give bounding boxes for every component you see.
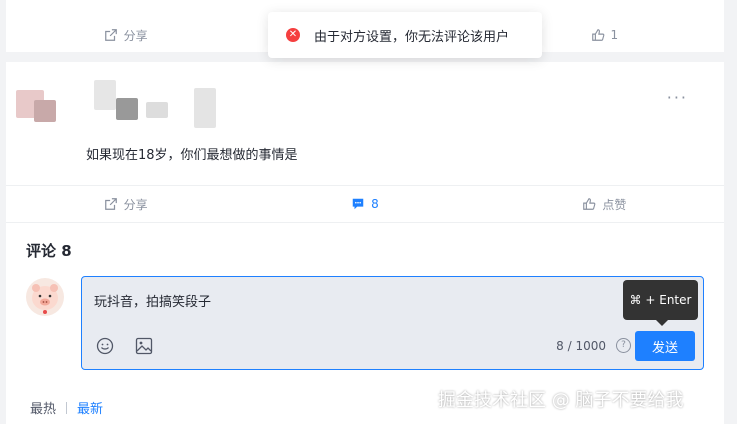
more-options-icon[interactable]: ··· <box>667 88 688 107</box>
share-button[interactable]: 分享 <box>6 27 245 44</box>
post-card: ··· 如果现在18岁，你们最想做的事情是 分享 8 点赞 <box>6 62 724 222</box>
comments-title: 评论 8 <box>26 242 72 260</box>
share-icon <box>104 29 117 41</box>
emoji-icon[interactable] <box>96 337 114 355</box>
post-content: 如果现在18岁，你们最想做的事情是 <box>86 148 298 163</box>
pig-avatar-icon <box>32 284 58 314</box>
blurred-author-info <box>16 80 216 150</box>
error-icon: ✕ <box>286 28 300 42</box>
post-actions: 分享 8 点赞 <box>6 187 724 221</box>
toast-message: 由于对方设置，你无法评论该用户 <box>314 29 510 45</box>
share-button[interactable]: 分享 <box>6 196 245 213</box>
comment-sort-tabs: 最热 最新 <box>30 398 103 417</box>
send-button[interactable]: 发送 <box>635 331 695 361</box>
shortcut-tooltip: ⌘ + Enter <box>623 280 698 326</box>
comment-editor[interactable]: 玩抖音，拍搞笑段子 8 / 1000 ? 发送 <box>81 276 704 370</box>
help-icon[interactable]: ? <box>616 338 631 353</box>
post-divider <box>6 185 724 186</box>
comment-icon <box>352 198 364 210</box>
thumbs-up-icon <box>591 29 604 41</box>
sort-new-tab[interactable]: 最新 <box>77 398 103 417</box>
error-toast: ✕ 由于对方设置，你无法评论该用户 <box>268 12 542 58</box>
comment-input[interactable]: 玩抖音，拍搞笑段子 <box>94 291 211 310</box>
sort-hot-tab[interactable]: 最热 <box>30 398 56 417</box>
share-icon <box>104 198 117 210</box>
watermark: 掘金技术社区 @ 脑子不要给我 <box>438 390 684 411</box>
comment-button[interactable]: 8 <box>245 197 484 211</box>
section-divider <box>6 222 724 223</box>
avatar[interactable] <box>26 278 64 316</box>
image-icon[interactable] <box>135 337 153 355</box>
thumbs-up-icon <box>583 198 596 210</box>
sort-separator <box>66 401 68 414</box>
char-count: 8 / 1000 <box>556 339 606 353</box>
like-button[interactable]: 点赞 <box>485 196 724 213</box>
